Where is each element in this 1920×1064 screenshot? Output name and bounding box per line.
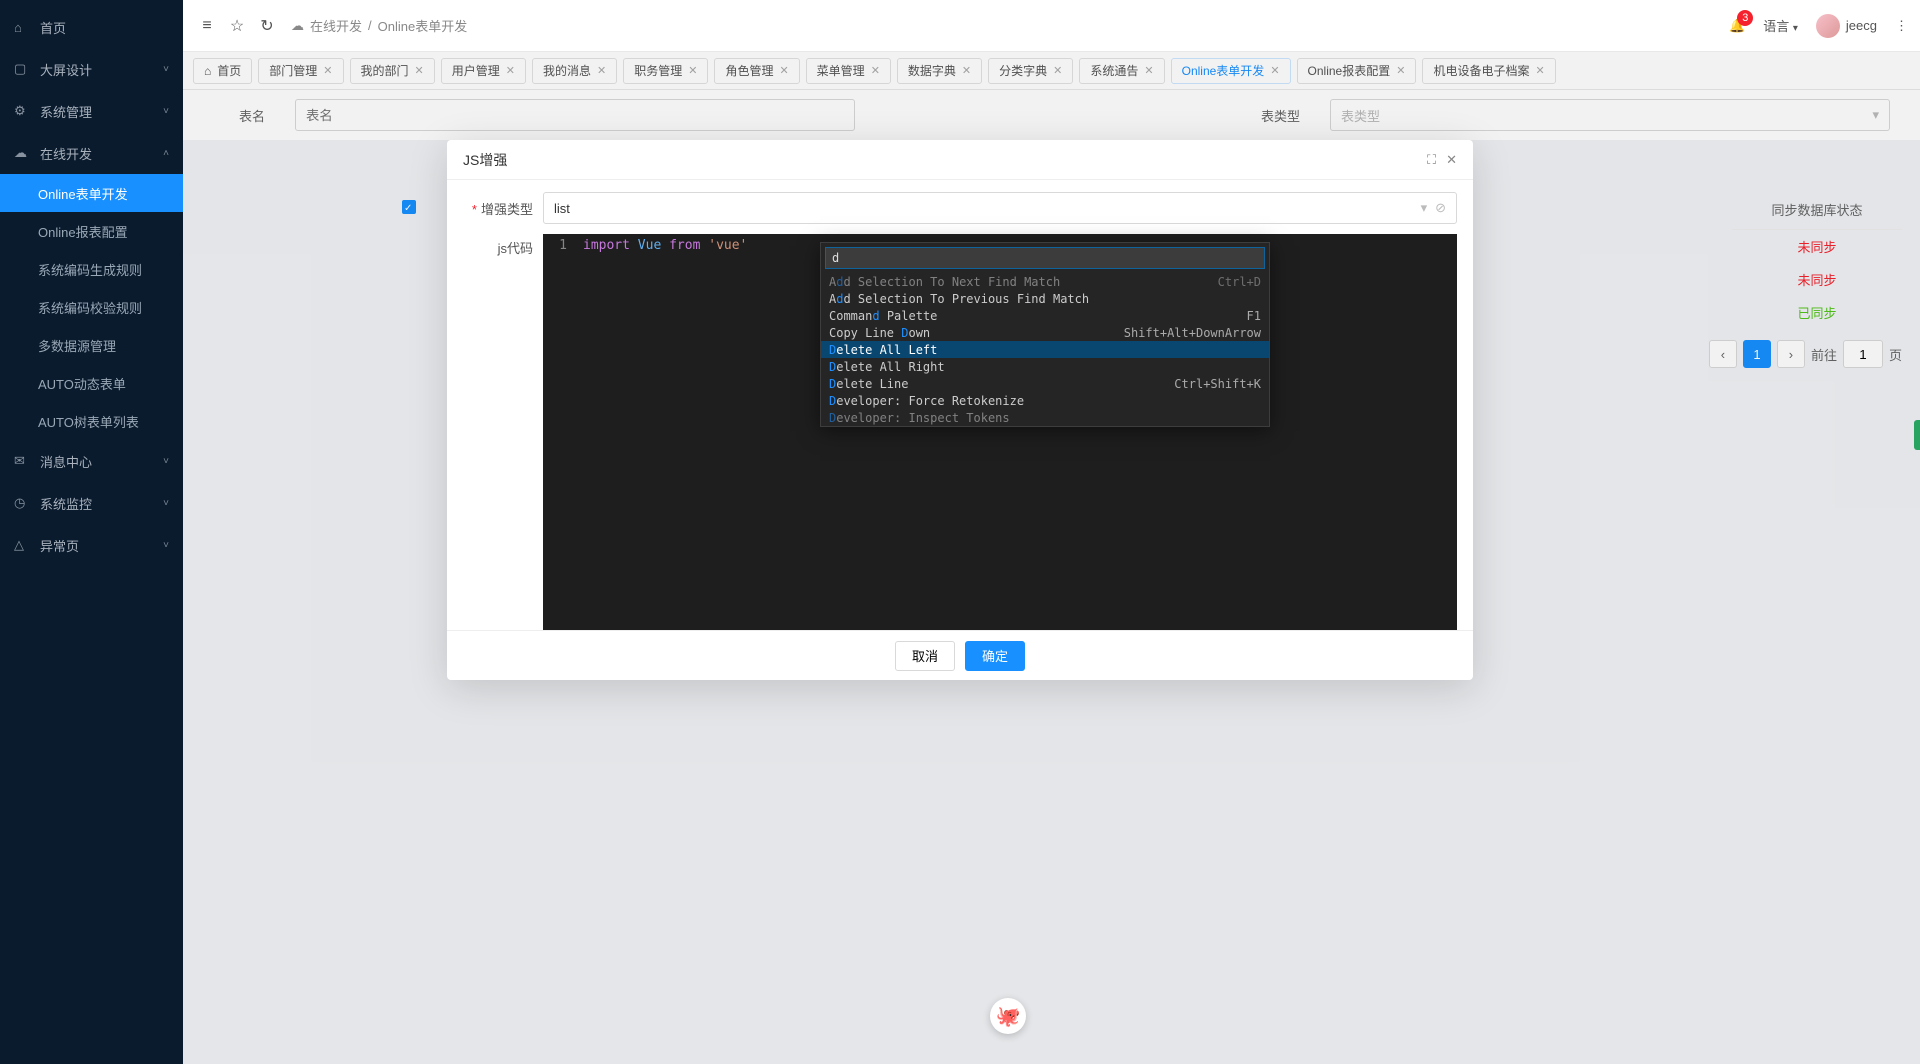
- right-edge-handle[interactable]: [1914, 420, 1920, 450]
- user-menu[interactable]: jeecg: [1816, 14, 1877, 38]
- command-palette: d Add Selection To Next Find MatchCtrl+D…: [820, 242, 1270, 427]
- sidebar-item-icon: ⌂: [14, 20, 30, 35]
- palette-keybinding: Ctrl+D: [1218, 275, 1261, 289]
- palette-item[interactable]: Delete All Right: [821, 358, 1269, 375]
- language-selector[interactable]: 语言 ▾: [1763, 16, 1798, 35]
- palette-item[interactable]: Delete All Left: [821, 341, 1269, 358]
- chevron-down-icon: ˅: [163, 106, 169, 117]
- star-icon[interactable]: ☆: [225, 16, 249, 36]
- breadcrumb: ☁ 在线开发 / Online表单开发: [291, 16, 467, 35]
- sidebar-subitem[interactable]: 多数据源管理: [0, 326, 183, 364]
- sidebar-item-icon: ✉: [14, 453, 30, 469]
- topbar: ≡ ☆ ↻ ☁ 在线开发 / Online表单开发 🔔3 语言 ▾ jeecg …: [183, 0, 1920, 52]
- sidebar-item[interactable]: ⌂ 首页: [0, 6, 183, 48]
- palette-input[interactable]: d: [825, 247, 1265, 269]
- cancel-button[interactable]: 取消: [895, 641, 955, 671]
- sidebar-subitem[interactable]: AUTO动态表单: [0, 364, 183, 402]
- sidebar-item[interactable]: ◷ 系统监控 ˅: [0, 482, 183, 524]
- sidebar-item-icon: ◷: [14, 495, 30, 511]
- sidebar-item-label: 系统监控: [40, 494, 92, 513]
- breadcrumb-current: Online表单开发: [378, 16, 468, 35]
- refresh-icon[interactable]: ↻: [255, 16, 279, 36]
- sidebar-subitem[interactable]: Online表单开发: [0, 174, 183, 212]
- sidebar-item[interactable]: △ 异常页 ˅: [0, 524, 183, 566]
- palette-keybinding: Shift+Alt+DownArrow: [1124, 326, 1261, 340]
- code-editor[interactable]: 1 import Vue from 'vue' d Add Selection …: [543, 234, 1457, 630]
- editor-gutter: 1: [543, 234, 575, 630]
- editor-body[interactable]: import Vue from 'vue' d Add Selection To…: [575, 234, 1457, 630]
- sidebar-item-label: 系统管理: [40, 102, 92, 121]
- menu-toggle-icon[interactable]: ≡: [195, 17, 219, 35]
- more-icon[interactable]: ⋮: [1895, 18, 1908, 34]
- palette-item[interactable]: Developer: Inspect Tokens: [821, 409, 1269, 426]
- sidebar-item[interactable]: ✉ 消息中心 ˅: [0, 440, 183, 482]
- palette-item[interactable]: Command PaletteF1: [821, 307, 1269, 324]
- sidebar-subitem[interactable]: AUTO树表单列表: [0, 402, 183, 440]
- palette-keybinding: Ctrl+Shift+K: [1174, 377, 1261, 391]
- enhance-type-label: *增强类型: [463, 199, 533, 218]
- close-icon[interactable]: ✕: [1446, 152, 1457, 168]
- sidebar-item-label: 首页: [40, 18, 66, 37]
- enhance-type-select[interactable]: list ▾⊘: [543, 192, 1457, 224]
- chevron-down-icon: ˅: [163, 540, 169, 551]
- chevron-down-icon: ˅: [163, 456, 169, 467]
- sidebar-item[interactable]: ⚙ 系统管理 ˅: [0, 90, 183, 132]
- breadcrumb-sep: /: [368, 18, 372, 33]
- sidebar-item-label: 大屏设计: [40, 60, 92, 79]
- notification-count: 3: [1737, 10, 1753, 26]
- sidebar-item-icon: ▢: [14, 61, 30, 77]
- sidebar-item[interactable]: ☁ 在线开发 ˄: [0, 132, 183, 174]
- palette-item[interactable]: Delete LineCtrl+Shift+K: [821, 375, 1269, 392]
- cloud-icon: ☁: [291, 18, 304, 34]
- sidebar-item-icon: ☁: [14, 145, 30, 161]
- notifications-icon[interactable]: 🔔3: [1729, 18, 1745, 34]
- chevron-down-icon: ˅: [163, 64, 169, 75]
- chevron-down-icon: ▾: [1421, 200, 1428, 216]
- js-code-label: js代码: [463, 234, 533, 630]
- chevron-up-icon: ˄: [163, 148, 169, 159]
- modal-js-enhance: JS增强 ⛶ ✕ *增强类型 list ▾⊘ js代码 1 import Vue…: [447, 140, 1473, 680]
- clear-icon[interactable]: ⊘: [1435, 200, 1446, 216]
- palette-item[interactable]: Add Selection To Previous Find Match: [821, 290, 1269, 307]
- sidebar-subitem[interactable]: Online报表配置: [0, 212, 183, 250]
- sidebar: ⌂ 首页 ▢ 大屏设计 ˅ ⚙ 系统管理 ˅ ☁ 在线开发 ˄ Online表单开发Online报表配…: [0, 0, 183, 1064]
- modal-footer: 取消 确定: [447, 630, 1473, 680]
- sidebar-item-label: 异常页: [40, 536, 79, 555]
- breadcrumb-segment[interactable]: 在线开发: [310, 16, 362, 35]
- modal-header: JS增强 ⛶ ✕: [447, 140, 1473, 180]
- sidebar-subitem[interactable]: 系统编码校验规则: [0, 288, 183, 326]
- chevron-down-icon: ▾: [1793, 23, 1798, 34]
- fullscreen-icon[interactable]: ⛶: [1427, 152, 1436, 168]
- palette-item[interactable]: Copy Line DownShift+Alt+DownArrow: [821, 324, 1269, 341]
- ok-button[interactable]: 确定: [965, 641, 1025, 671]
- sidebar-item[interactable]: ▢ 大屏设计 ˅: [0, 48, 183, 90]
- sidebar-item-label: 消息中心: [40, 452, 92, 471]
- github-icon[interactable]: 🐙: [990, 998, 1026, 1034]
- modal-title: JS增强: [463, 150, 507, 170]
- avatar: [1816, 14, 1840, 38]
- chevron-down-icon: ˅: [163, 498, 169, 509]
- sidebar-subitem[interactable]: 系统编码生成规则: [0, 250, 183, 288]
- sidebar-item-label: 在线开发: [40, 144, 92, 163]
- palette-keybinding: F1: [1247, 309, 1261, 323]
- palette-item[interactable]: Add Selection To Next Find MatchCtrl+D: [821, 273, 1269, 290]
- sidebar-item-icon: ⚙: [14, 103, 30, 119]
- sidebar-item-icon: △: [14, 537, 30, 553]
- palette-item[interactable]: Developer: Force Retokenize: [821, 392, 1269, 409]
